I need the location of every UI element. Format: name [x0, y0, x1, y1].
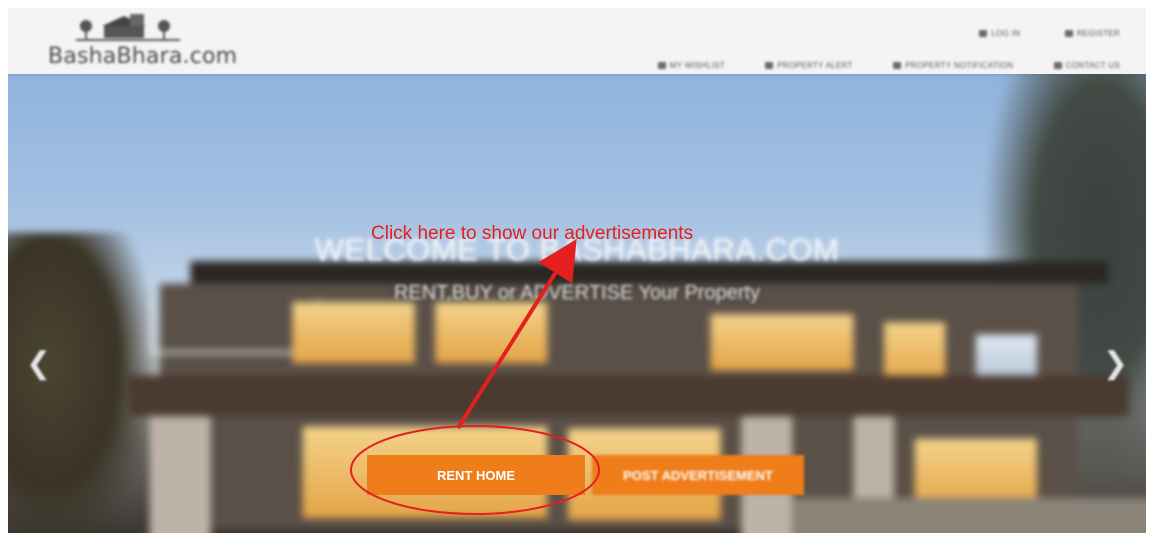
- hero-slider: WELCOME TO BASHABHARA.COM RENT,BUY or AD…: [8, 74, 1146, 533]
- post-advertisement-button[interactable]: POST ADVERTISEMENT: [592, 455, 804, 495]
- nav-property-alert[interactable]: PROPERTY ALERT: [765, 61, 852, 70]
- house-logo-icon: [76, 14, 180, 41]
- nav-label: PROPERTY ALERT: [777, 61, 853, 70]
- login-icon: [979, 30, 988, 37]
- account-links: LOG IN REGISTER: [939, 24, 1120, 42]
- notification-icon: [893, 62, 902, 69]
- login-link[interactable]: LOG IN: [979, 29, 1020, 38]
- register-label: REGISTER: [1076, 29, 1120, 38]
- user-icon: [1064, 30, 1073, 37]
- nav-label: PROPERTY NOTIFICATION: [905, 61, 1014, 70]
- site-header: BashaBhara.com LOG IN REGISTER MY WISHLI…: [8, 8, 1146, 74]
- bell-icon: [765, 62, 774, 69]
- annotation-text: Click here to show our advertisements: [371, 223, 694, 244]
- hero-subtitle: RENT,BUY or ADVERTISE Your Property: [393, 282, 761, 304]
- nav-property-notification[interactable]: PROPERTY NOTIFICATION: [893, 61, 1013, 70]
- login-label: LOG IN: [991, 29, 1021, 38]
- rent-home-button[interactable]: RENT HOME: [367, 455, 585, 495]
- main-nav: MY WISHLIST PROPERTY ALERT PROPERTY NOTI…: [622, 56, 1120, 74]
- nav-contact-us[interactable]: CONTACT US: [1053, 61, 1120, 70]
- chevron-right-icon[interactable]: ❯: [1103, 346, 1128, 381]
- phone-icon: [1053, 62, 1062, 69]
- browser-page: BashaBhara.com LOG IN REGISTER MY WISHLI…: [8, 8, 1146, 533]
- nav-label: MY WISHLIST: [669, 61, 725, 70]
- chevron-left-icon[interactable]: ❮: [26, 346, 51, 381]
- nav-label: CONTACT US: [1065, 61, 1120, 70]
- site-logo[interactable]: BashaBhara.com: [48, 12, 248, 70]
- register-link[interactable]: REGISTER: [1064, 29, 1120, 38]
- nav-my-wishlist[interactable]: MY WISHLIST: [657, 61, 725, 70]
- logo-text: BashaBhara.com: [48, 44, 238, 69]
- wishlist-icon: [657, 62, 666, 69]
